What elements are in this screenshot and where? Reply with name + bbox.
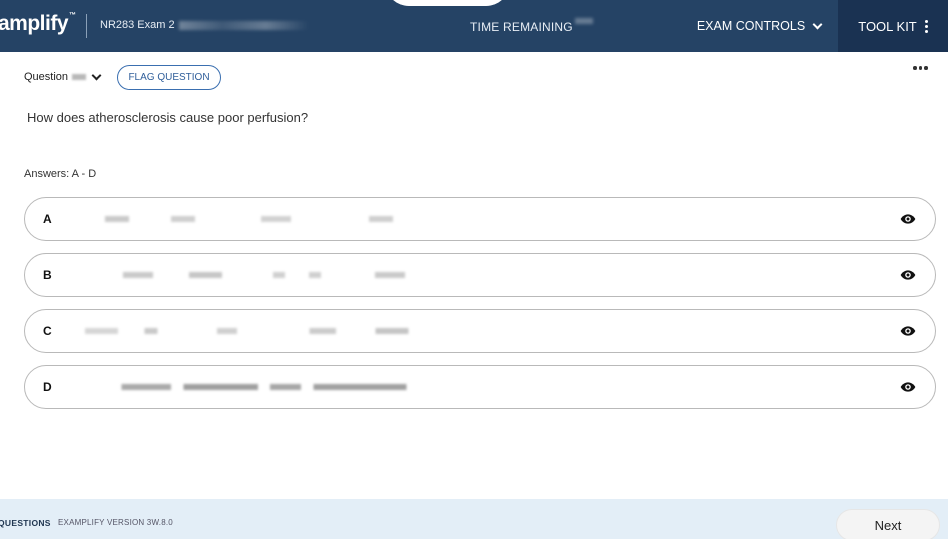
brand-logo: amplify™	[0, 12, 76, 35]
eye-icon[interactable]	[900, 380, 916, 394]
exam-title: NR283 Exam 2	[100, 19, 309, 31]
eye-icon[interactable]	[900, 212, 916, 226]
chevron-down-icon	[812, 19, 823, 29]
exam-title-text: NR283 Exam 2	[100, 19, 175, 31]
footer-bar: QUESTIONS EXAMPLIFY VERSION 3W.8.0	[0, 499, 948, 539]
camera-notch	[385, 0, 510, 6]
question-number-redacted	[72, 74, 87, 80]
eye-icon[interactable]	[900, 324, 916, 338]
question-text: How does atherosclerosis cause poor perf…	[27, 110, 309, 125]
questions-link[interactable]: QUESTIONS	[0, 518, 51, 528]
exam-controls-button[interactable]: EXAM CONTROLS	[680, 0, 838, 52]
question-selector[interactable]: Question	[24, 70, 102, 83]
time-remaining-value	[575, 18, 593, 24]
answer-option-d[interactable]: D	[24, 365, 936, 409]
answer-option-b[interactable]: B	[24, 253, 936, 297]
answer-option-c[interactable]: C	[24, 309, 936, 353]
more-horizontal-icon[interactable]	[913, 66, 928, 70]
time-remaining-label: TIME REMAINING	[470, 20, 573, 34]
answer-letter: B	[43, 268, 52, 282]
answer-letter: A	[43, 212, 52, 226]
tool-kit-label: TOOL KIT	[858, 18, 917, 34]
flag-question-button[interactable]: FLAG QUESTION	[117, 65, 221, 90]
exam-controls-label: EXAM CONTROLS	[696, 19, 806, 33]
answer-text-redacted	[85, 328, 415, 334]
exam-title-redacted	[178, 20, 309, 30]
version-label: EXAMPLIFY VERSION 3W.8.0	[58, 518, 173, 527]
tool-kit-button[interactable]: TOOL KIT	[838, 0, 948, 52]
header-divider	[86, 14, 87, 38]
question-label-text: Question	[24, 71, 69, 83]
answers-range-label: Answers: A - D	[24, 168, 97, 180]
chevron-down-icon	[91, 70, 102, 80]
answer-text-redacted	[105, 216, 405, 222]
next-button[interactable]: Next	[836, 509, 940, 539]
kebab-vertical-icon	[924, 19, 928, 33]
eye-icon[interactable]	[900, 268, 916, 282]
answer-letter: D	[43, 380, 52, 394]
answer-option-a[interactable]: A	[24, 197, 936, 241]
answer-text-redacted	[109, 384, 419, 390]
answer-letter: C	[43, 324, 52, 338]
answer-text-redacted	[123, 272, 423, 278]
top-bar: amplify™ NR283 Exam 2 TIME REMAINING EXA…	[0, 0, 948, 52]
